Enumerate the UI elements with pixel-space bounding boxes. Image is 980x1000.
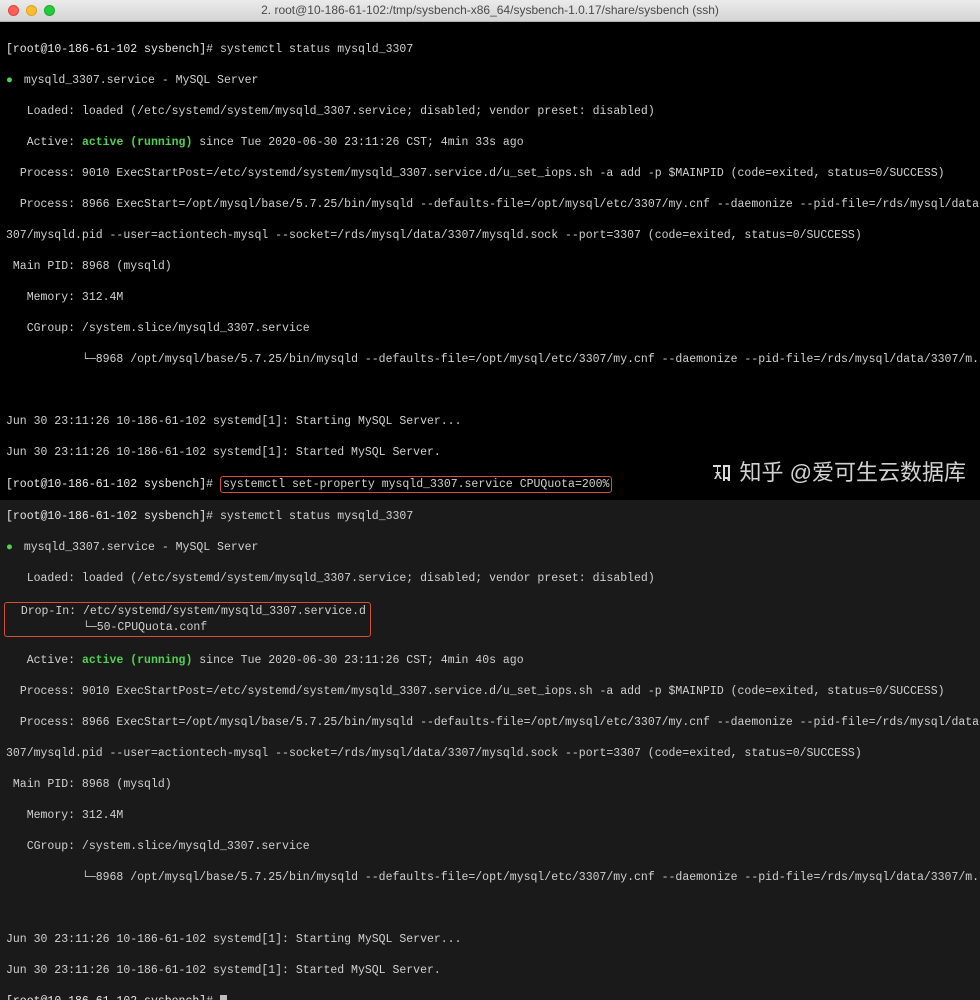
main-pid-1: Main PID: 8968 (mysqld) — [13, 260, 172, 273]
main-pid-2: Main PID: 8968 (mysqld) — [13, 778, 172, 791]
unit-line-1: mysqld_3307.service - MySQL Server — [24, 74, 259, 87]
loaded-line-1: Loaded: loaded (/etc/systemd/system/mysq… — [27, 105, 655, 118]
cgroup-child-1: └─8968 /opt/mysql/base/5.7.25/bin/mysqld… — [82, 353, 980, 366]
terminal-body[interactable]: [root@10-186-61-102 sysbench]# systemctl… — [0, 22, 980, 500]
cursor — [220, 995, 227, 1000]
memory-1: Memory: 312.4M — [27, 291, 124, 304]
command-2-highlighted: systemctl set-property mysqld_3307.servi… — [220, 476, 612, 494]
loaded-line-2: Loaded: loaded (/etc/systemd/system/mysq… — [27, 572, 655, 585]
log-line: Jun 30 23:11:26 10-186-61-102 systemd[1]… — [6, 933, 461, 946]
active-state-1: active (running) — [82, 136, 192, 149]
process-line: 307/mysqld.pid --user=actiontech-mysql -… — [6, 747, 862, 760]
memory-2: Memory: 312.4M — [27, 809, 124, 822]
process-line: 307/mysqld.pid --user=actiontech-mysql -… — [6, 229, 862, 242]
log-line: Jun 30 23:11:26 10-186-61-102 systemd[1]… — [6, 415, 461, 428]
command-1: systemctl status mysqld_3307 — [220, 43, 413, 56]
command-3: systemctl status mysqld_3307 — [220, 510, 413, 523]
window-title: 2. root@10-186-61-102:/tmp/sysbench-x86_… — [0, 2, 980, 18]
log-line: Jun 30 23:11:26 10-186-61-102 systemd[1]… — [6, 446, 441, 459]
process-line: Process: 9010 ExecStartPost=/etc/systemd… — [20, 685, 945, 698]
cgroup-1: CGroup: /system.slice/mysqld_3307.servic… — [27, 322, 310, 335]
process-line: Process: 8966 ExecStart=/opt/mysql/base/… — [20, 198, 980, 211]
process-line: Process: 9010 ExecStartPost=/etc/systemd… — [20, 167, 945, 180]
dropin-highlighted: Drop-In: /etc/systemd/system/mysqld_3307… — [4, 602, 371, 637]
unit-line-2: mysqld_3307.service - MySQL Server — [24, 541, 259, 554]
cgroup-2: CGroup: /system.slice/mysqld_3307.servic… — [27, 840, 310, 853]
active-state-2: active (running) — [82, 654, 192, 667]
titlebar: 2. root@10-186-61-102:/tmp/sysbench-x86_… — [0, 0, 980, 22]
log-line: Jun 30 23:11:26 10-186-61-102 systemd[1]… — [6, 964, 441, 977]
process-line: Process: 8966 ExecStart=/opt/mysql/base/… — [20, 716, 980, 729]
cgroup-child-2: └─8968 /opt/mysql/base/5.7.25/bin/mysqld… — [82, 871, 980, 884]
